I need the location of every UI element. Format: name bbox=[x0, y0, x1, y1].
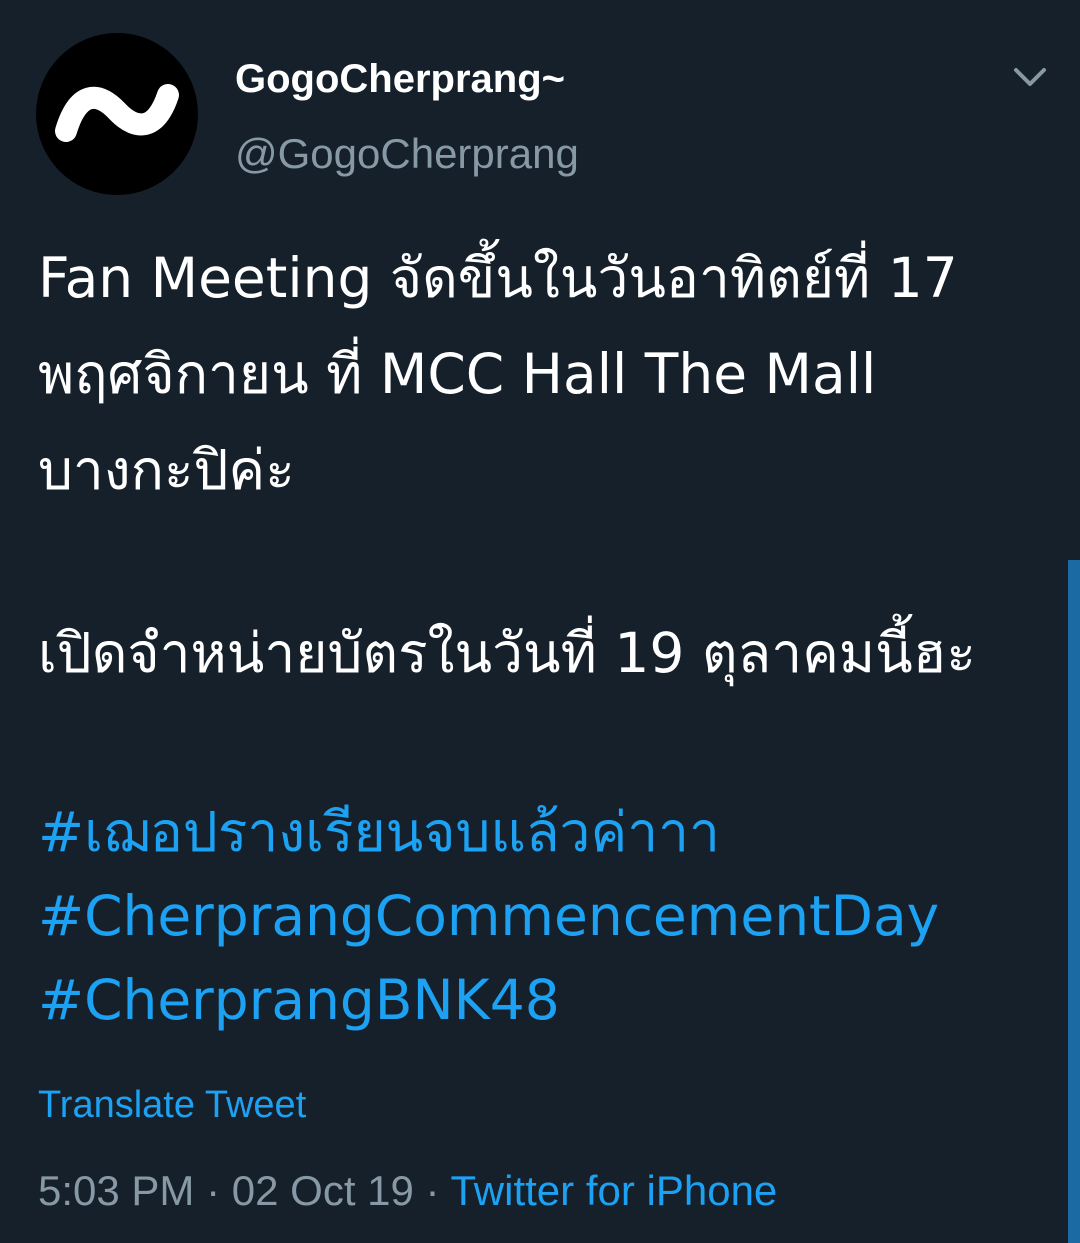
avatar[interactable] bbox=[36, 33, 198, 195]
tweet-text-line-3: บางกะปิค่ะ bbox=[38, 438, 295, 502]
tweet-source-link[interactable]: Twitter for iPhone bbox=[450, 1167, 777, 1214]
hashtag-link[interactable]: #CherprangBNK48 bbox=[38, 958, 560, 1042]
tilde-logo-icon bbox=[55, 84, 179, 142]
meta-separator: · bbox=[206, 1167, 221, 1214]
tweet-time: 5:03 PM bbox=[38, 1167, 195, 1214]
display-name[interactable]: GogoCherprang~ bbox=[235, 52, 565, 106]
chevron-down-icon bbox=[1014, 68, 1046, 86]
hashtag-link[interactable]: #เฌอปรางเรียนจบแล้วค่าาา bbox=[38, 790, 720, 874]
scrollbar[interactable] bbox=[1068, 560, 1080, 1243]
tweet-text-line-4: เปิดจำหน่ายบัตรในวันที่ 19 ตุลาคมนี้ฮะ bbox=[38, 621, 976, 685]
tweet-text-line-2: พฤศจิกายน ที่ MCC Hall The Mall bbox=[38, 342, 877, 406]
translate-tweet-link[interactable]: Translate Tweet bbox=[38, 1080, 306, 1130]
tweet-date: 02 Oct 19 bbox=[231, 1167, 414, 1214]
user-handle[interactable]: @GogoCherprang bbox=[235, 127, 579, 181]
hashtag-link[interactable]: #CherprangCommencementDay bbox=[38, 874, 939, 958]
tweet-text-line-1: Fan Meeting จัดขึ้นในวันอาทิตย์ที่ 17 bbox=[38, 246, 958, 310]
tweet-meta: 5:03 PM · 02 Oct 19 · Twitter for iPhone bbox=[38, 1163, 777, 1219]
meta-separator: · bbox=[425, 1167, 440, 1214]
tweet-menu-button[interactable] bbox=[1008, 60, 1052, 96]
